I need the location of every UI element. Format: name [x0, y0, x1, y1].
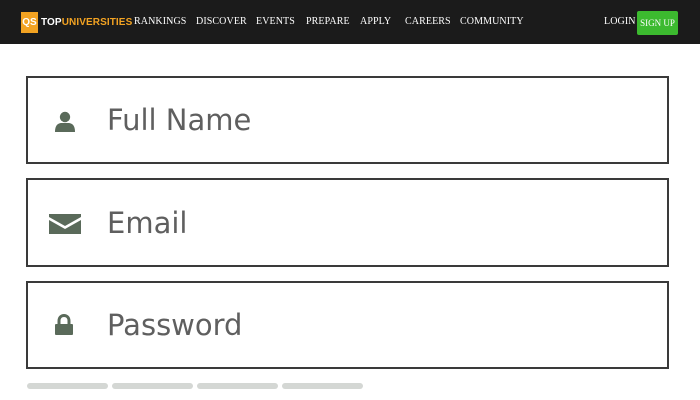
- lock-icon: [55, 314, 73, 335]
- strength-segment-2: [112, 383, 193, 389]
- strength-segment-3: [197, 383, 278, 389]
- sign-up-button[interactable]: SIGN UP: [637, 11, 678, 35]
- password-field[interactable]: [26, 281, 669, 369]
- logo-wordmark: TOPUNIVERSITIES: [41, 17, 132, 28]
- nav-rankings[interactable]: RANKINGS: [134, 16, 186, 28]
- password-input[interactable]: [107, 308, 647, 342]
- qs-logo-mark: QS: [21, 12, 38, 33]
- logo-text-universities: UNIVERSITIES: [61, 17, 133, 28]
- full-name-field[interactable]: [26, 76, 669, 164]
- nav-events[interactable]: EVENTS: [256, 16, 295, 28]
- envelope-icon: [49, 214, 81, 234]
- email-input[interactable]: [107, 205, 647, 240]
- nav-careers[interactable]: CAREERS: [405, 16, 451, 28]
- nav-prepare[interactable]: PREPARE: [306, 16, 350, 28]
- nav-discover[interactable]: DISCOVER: [196, 16, 247, 28]
- strength-segment-1: [27, 383, 108, 389]
- nav-apply[interactable]: APPLY: [360, 16, 391, 28]
- email-field[interactable]: [26, 178, 669, 267]
- top-navigation-bar: QS TOPUNIVERSITIES RANKINGS DISCOVER EVE…: [0, 0, 700, 44]
- nav-community[interactable]: COMMUNITY: [460, 16, 524, 28]
- login-link[interactable]: LOGIN: [604, 16, 636, 28]
- full-name-input[interactable]: [107, 103, 647, 137]
- topuniversities-logo[interactable]: QS TOPUNIVERSITIES: [21, 12, 132, 33]
- strength-segment-4: [282, 383, 363, 389]
- user-icon: [55, 111, 75, 132]
- logo-text-top: TOP: [41, 17, 62, 28]
